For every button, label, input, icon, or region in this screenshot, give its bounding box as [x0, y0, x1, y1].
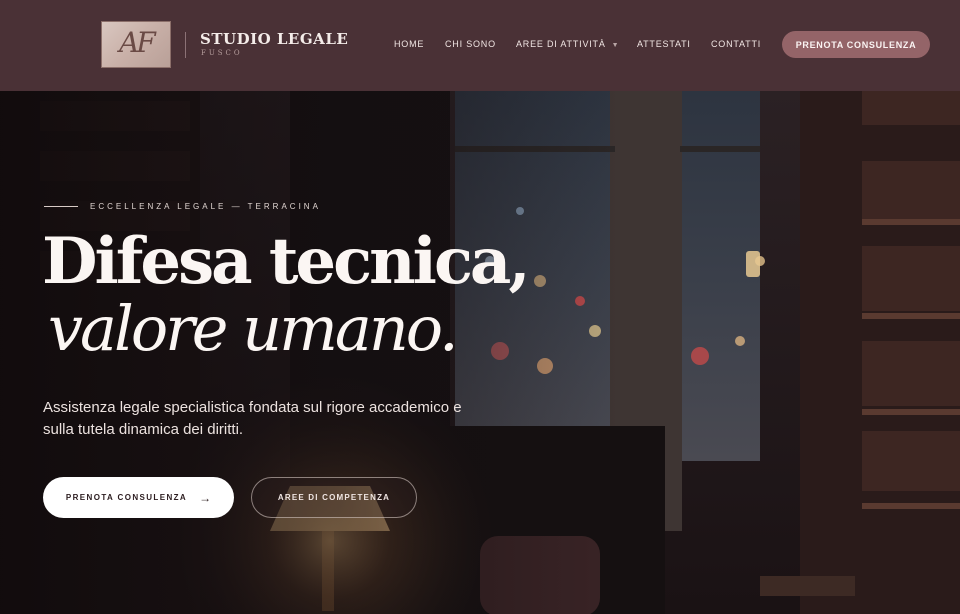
- chevron-down-icon: ▼: [611, 42, 620, 49]
- nav-aree-label: AREE DI ATTIVITÀ: [516, 39, 606, 49]
- logo[interactable]: AF: [101, 21, 171, 68]
- site-header: AF STUDIO LEGALE FUSCO HOME CHI SONO ARE…: [0, 0, 960, 91]
- hero-eyebrow: ECCELLENZA LEGALE — TERRACINA: [44, 202, 321, 211]
- eyebrow-text: ECCELLENZA LEGALE — TERRACINA: [90, 202, 321, 211]
- nav-contatti[interactable]: CONTATTI: [711, 39, 761, 49]
- nav-chi-sono[interactable]: CHI SONO: [445, 39, 496, 49]
- practice-areas-button[interactable]: AREE DI COMPETENZA: [251, 477, 417, 518]
- hero-headline-line2: valore umano.: [48, 292, 459, 365]
- logo-monogram: AF: [119, 26, 156, 59]
- brand-name[interactable]: STUDIO LEGALE: [200, 30, 348, 48]
- hero-description: Assistenza legale specialistica fondata …: [43, 399, 462, 438]
- nav-attestati[interactable]: ATTESTATI: [637, 39, 691, 49]
- logo-divider: [185, 32, 186, 58]
- hero-section: ECCELLENZA LEGALE — TERRACINA Difesa tec…: [0, 91, 960, 614]
- hero-headline-line1: Difesa tecnica,: [42, 224, 531, 299]
- arrow-right-icon: →: [199, 490, 212, 505]
- nav-aree-di-attivita[interactable]: AREE DI ATTIVITÀ ▼: [516, 39, 619, 49]
- eyebrow-rule: [44, 206, 78, 207]
- nav-home[interactable]: HOME: [394, 39, 424, 49]
- header-book-consultation-button[interactable]: PRENOTA CONSULENZA: [782, 31, 930, 58]
- book-consultation-label: PRENOTA CONSULENZA: [65, 493, 188, 502]
- book-consultation-button[interactable]: PRENOTA CONSULENZA →: [43, 477, 234, 518]
- brand-subtitle: FUSCO: [201, 49, 243, 57]
